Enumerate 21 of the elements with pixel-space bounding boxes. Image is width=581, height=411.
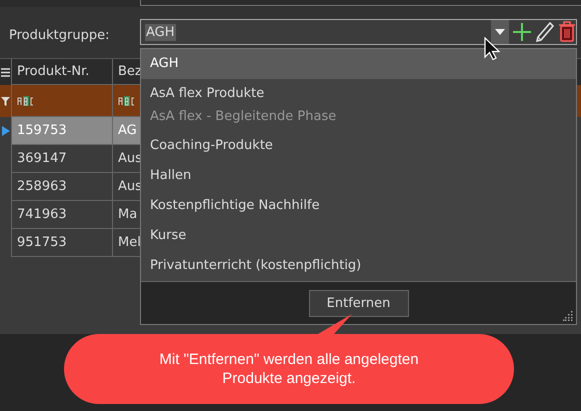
table-cell: 741963 — [12, 201, 113, 229]
table-cell: 369147 — [12, 145, 113, 173]
callout-text: Mit "Entfernen" werden alle angelegten Produkte angezeigt. — [159, 350, 419, 388]
dropdown-button[interactable] — [491, 20, 509, 44]
dropdown-item[interactable]: AGH — [141, 49, 576, 79]
trash-icon[interactable] — [558, 21, 576, 43]
filter-icon[interactable] — [0, 85, 12, 117]
row-pointer-icon — [2, 126, 10, 136]
text-filter-icon[interactable] — [17, 94, 35, 106]
text-filter-icon[interactable] — [118, 94, 136, 106]
field-label: Produktgruppe: — [9, 28, 110, 43]
table-cell: 159753 — [12, 117, 113, 145]
resize-grip-icon[interactable] — [563, 311, 573, 321]
remove-button[interactable]: Entfernen — [308, 290, 408, 316]
mouse-cursor-icon — [484, 37, 500, 61]
caret-icon — [495, 29, 505, 35]
table-cell: 258963 — [12, 173, 113, 201]
add-icon[interactable] — [512, 22, 532, 42]
pencil-icon[interactable] — [535, 21, 555, 43]
combo-value: AGH — [145, 24, 176, 40]
product-group-combo[interactable]: AGH — [140, 19, 577, 45]
